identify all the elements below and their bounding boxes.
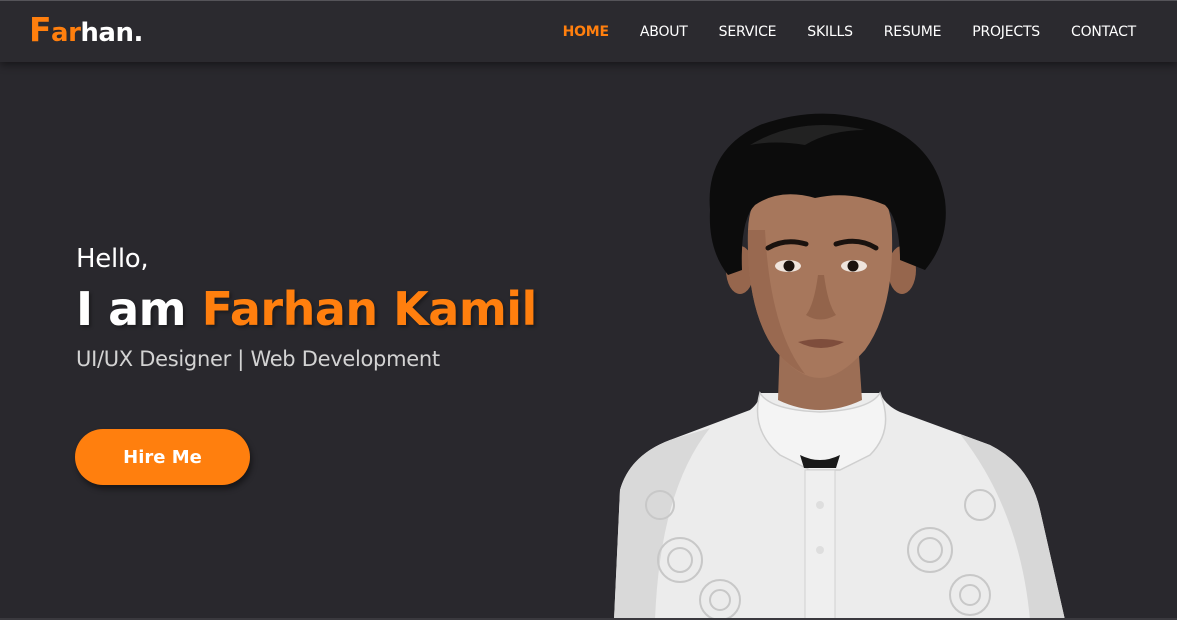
hero-intro: I am — [76, 282, 202, 336]
nav-projects[interactable]: PROJECTS — [972, 24, 1040, 40]
logo-initial: F — [29, 10, 52, 49]
nav-contact[interactable]: CONTACT — [1071, 24, 1136, 40]
logo-orange-text: ar — [51, 18, 81, 48]
nav-service[interactable]: SERVICE — [719, 24, 777, 40]
hero-heading: I am Farhan Kamil — [76, 280, 537, 338]
hero-name: Farhan Kamil — [201, 282, 538, 336]
nav-skills[interactable]: SKILLS — [807, 24, 853, 40]
profile-photo — [614, 113, 1065, 620]
hero-role: UI/UX Designer | Web Development — [76, 347, 440, 371]
nav-home[interactable]: HOME — [563, 24, 610, 40]
main-nav: HOME ABOUT SERVICE SKILLS RESUME PROJECT… — [563, 1, 1137, 63]
site-logo[interactable]: Farhan. — [29, 12, 143, 51]
logo-white-text: han. — [80, 18, 143, 48]
hero-greeting: Hello, — [76, 244, 149, 274]
nav-about[interactable]: ABOUT — [640, 24, 688, 40]
hero-text: Hello, I am Farhan Kamil UI/UX Designer … — [76, 240, 537, 374]
nav-resume[interactable]: RESUME — [884, 24, 942, 40]
hire-me-button[interactable]: Hire Me — [75, 429, 250, 485]
navbar: Farhan. HOME ABOUT SERVICE SKILLS RESUME… — [0, 0, 1177, 62]
